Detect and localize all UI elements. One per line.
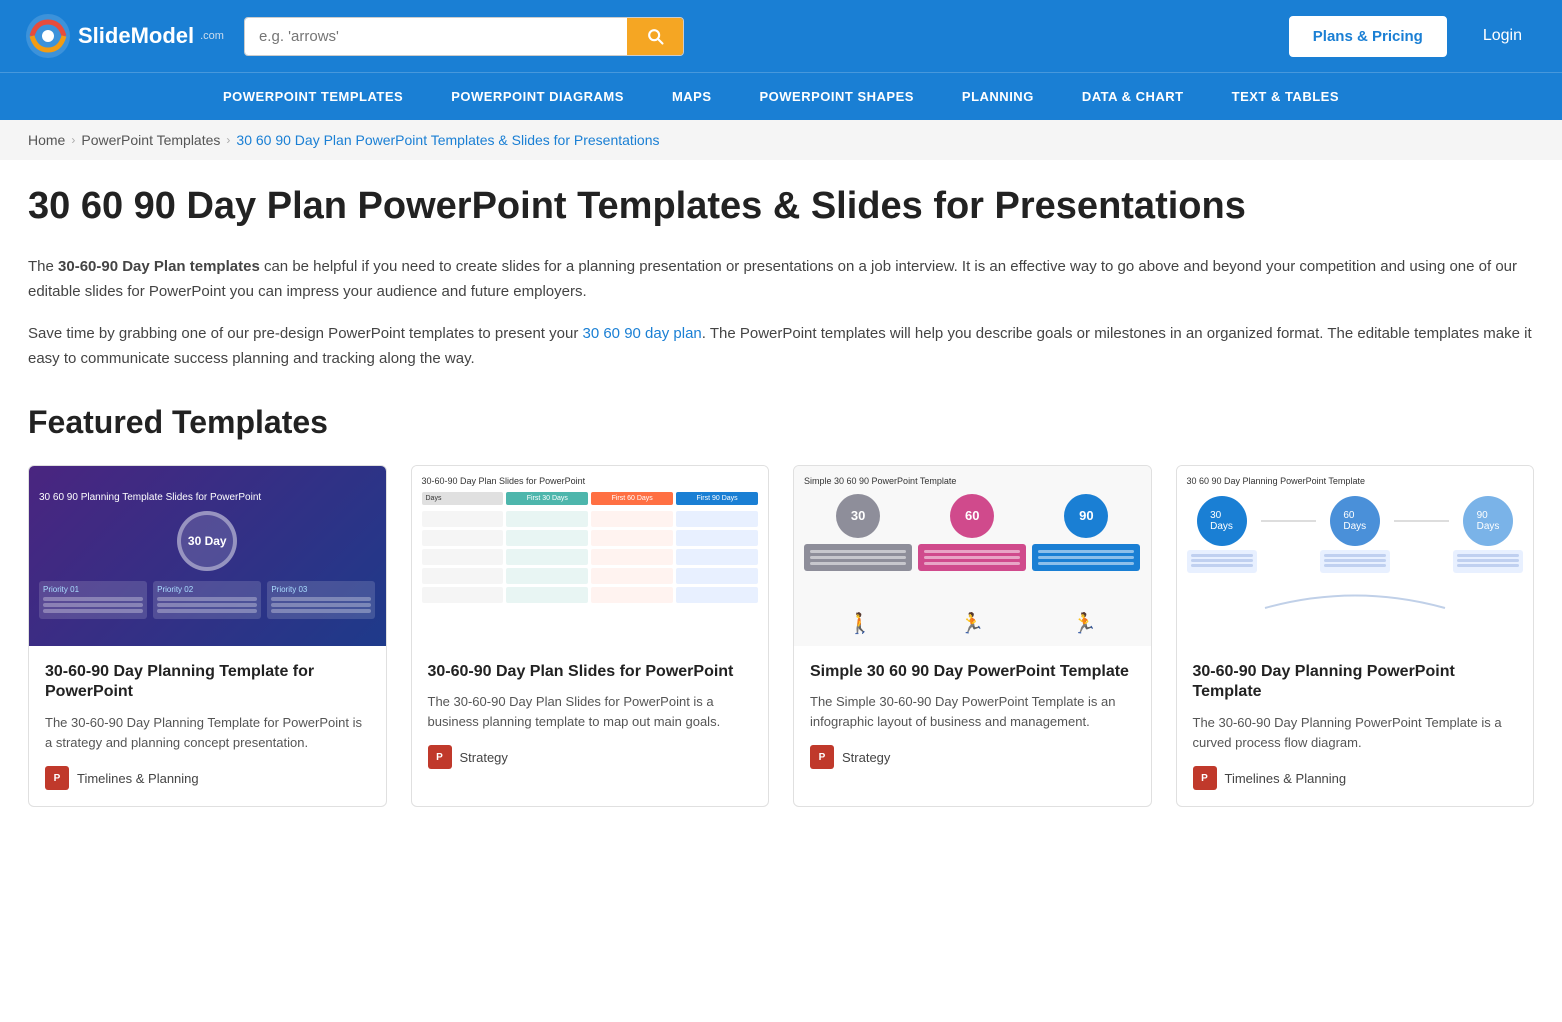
thumb1-label: 30 60 90 Planning Template Slides for Po… xyxy=(39,492,261,503)
template-card-1[interactable]: 30 60 90 Planning Template Slides for Po… xyxy=(28,465,387,808)
nav-maps[interactable]: MAPS xyxy=(648,73,736,120)
template-info-2: 30-60-90 Day Plan Slides for PowerPoint … xyxy=(412,646,769,786)
template-thumb-1: 30 60 90 Planning Template Slides for Po… xyxy=(29,466,386,646)
breadcrumb-sep-2: › xyxy=(226,133,230,147)
breadcrumb: Home › PowerPoint Templates › 30 60 90 D… xyxy=(0,120,1562,160)
template-card-3[interactable]: Simple 30 60 90 PowerPoint Template 30 6… xyxy=(793,465,1152,808)
template-desc-3: The Simple 30-60-90 Day PowerPoint Templ… xyxy=(810,692,1135,731)
template-tag-4: P Timelines & Planning xyxy=(1193,766,1518,790)
header: SlideModel .com Plans & Pricing Login xyxy=(0,0,1562,72)
template-card-2[interactable]: 30-60-90 Day Plan Slides for PowerPoint … xyxy=(411,465,770,808)
logo-com: .com xyxy=(200,30,224,42)
desc2-link[interactable]: 30 60 90 day plan xyxy=(582,325,701,342)
description-2: Save time by grabbing one of our pre-des… xyxy=(28,321,1534,372)
breadcrumb-current: 30 60 90 Day Plan PowerPoint Templates &… xyxy=(236,132,659,148)
template-info-1: 30-60-90 Day Planning Template for Power… xyxy=(29,646,386,807)
nav-planning[interactable]: PLANNING xyxy=(938,73,1058,120)
thumb4-label: 30 60 90 Day Planning PowerPoint Templat… xyxy=(1187,476,1524,486)
template-thumb-3: Simple 30 60 90 PowerPoint Template 30 6… xyxy=(794,466,1151,646)
thumb1-columns: Priority 01 Priority 02 xyxy=(39,581,376,619)
page-title: 30 60 90 Day Plan PowerPoint Templates &… xyxy=(28,184,1534,230)
templates-grid: 30 60 90 Planning Template Slides for Po… xyxy=(28,465,1534,808)
template-thumb-2: 30-60-90 Day Plan Slides for PowerPoint … xyxy=(412,466,769,646)
tag-label-1: Timelines & Planning xyxy=(77,771,199,786)
thumb1-gauge-circle: 30 Day xyxy=(177,511,237,571)
template-info-3: Simple 30 60 90 Day PowerPoint Template … xyxy=(794,646,1151,786)
featured-templates-title: Featured Templates xyxy=(28,404,1534,441)
main-nav: POWERPOINT TEMPLATES POWERPOINT DIAGRAMS… xyxy=(0,72,1562,120)
nav-powerpoint-shapes[interactable]: POWERPOINT SHAPES xyxy=(736,73,938,120)
thumb2-label: 30-60-90 Day Plan Slides for PowerPoint xyxy=(422,476,759,486)
thumb3-label: Simple 30 60 90 PowerPoint Template xyxy=(804,476,1141,486)
connector-2 xyxy=(1394,520,1449,522)
ppt-icon-3: P xyxy=(810,745,834,769)
logo-text: SlideModel xyxy=(78,23,194,49)
thumb2-header: Days First 30 Days First 60 Days First 9… xyxy=(422,492,759,505)
thumb4-flow: 30Days 60Days xyxy=(1187,496,1524,573)
breadcrumb-home[interactable]: Home xyxy=(28,132,65,148)
search-icon xyxy=(645,26,665,46)
description-1: The 30-60-90 Day Plan templates can be h… xyxy=(28,254,1534,305)
ppt-icon-1: P xyxy=(45,766,69,790)
template-name-4: 30-60-90 Day Planning PowerPoint Templat… xyxy=(1193,662,1518,704)
connector-1 xyxy=(1261,520,1316,522)
logo[interactable]: SlideModel .com xyxy=(24,12,224,60)
ppt-icon-4: P xyxy=(1193,766,1217,790)
template-tag-1: P Timelines & Planning xyxy=(45,766,370,790)
search-bar xyxy=(244,17,684,56)
template-desc-4: The 30-60-90 Day Planning PowerPoint Tem… xyxy=(1193,713,1518,752)
arc-svg xyxy=(1255,583,1455,613)
template-name-3: Simple 30 60 90 Day PowerPoint Template xyxy=(810,662,1135,683)
template-thumb-4: 30 60 90 Day Planning PowerPoint Templat… xyxy=(1177,466,1534,646)
thumb4-arc xyxy=(1187,583,1524,613)
search-input[interactable] xyxy=(245,18,627,55)
thumb2-rows xyxy=(422,511,759,603)
plans-pricing-button[interactable]: Plans & Pricing xyxy=(1289,16,1447,57)
tag-label-4: Timelines & Planning xyxy=(1225,771,1347,786)
main-content: 30 60 90 Day Plan PowerPoint Templates &… xyxy=(0,160,1562,831)
template-card-4[interactable]: 30 60 90 Day Planning PowerPoint Templat… xyxy=(1176,465,1535,808)
desc1-bold: 30-60-90 Day Plan templates xyxy=(58,258,260,275)
nav-text-tables[interactable]: TEXT & TABLES xyxy=(1208,73,1363,120)
tag-label-3: Strategy xyxy=(842,750,890,765)
template-desc-2: The 30-60-90 Day Plan Slides for PowerPo… xyxy=(428,692,753,731)
nav-powerpoint-templates[interactable]: POWERPOINT TEMPLATES xyxy=(199,73,427,120)
ppt-icon-2: P xyxy=(428,745,452,769)
template-tag-2: P Strategy xyxy=(428,745,753,769)
thumb1-gauge: 30 Day xyxy=(173,511,241,571)
thumb3-icons: 🚶 🏃 🏃 xyxy=(804,611,1141,636)
breadcrumb-parent[interactable]: PowerPoint Templates xyxy=(81,132,220,148)
thumb3-cols: 30 60 xyxy=(804,494,1141,603)
nav-powerpoint-diagrams[interactable]: POWERPOINT DIAGRAMS xyxy=(427,73,648,120)
desc2-prefix: Save time by grabbing one of our pre-des… xyxy=(28,325,582,342)
login-button[interactable]: Login xyxy=(1467,17,1538,55)
breadcrumb-sep-1: › xyxy=(71,133,75,147)
template-tag-3: P Strategy xyxy=(810,745,1135,769)
template-name-1: 30-60-90 Day Planning Template for Power… xyxy=(45,662,370,704)
search-button[interactable] xyxy=(627,18,683,55)
template-info-4: 30-60-90 Day Planning PowerPoint Templat… xyxy=(1177,646,1534,807)
logo-icon xyxy=(24,12,72,60)
nav-data-chart[interactable]: DATA & CHART xyxy=(1058,73,1208,120)
desc1-prefix: The xyxy=(28,258,58,275)
tag-label-2: Strategy xyxy=(460,750,508,765)
template-desc-1: The 30-60-90 Day Planning Template for P… xyxy=(45,713,370,752)
template-name-2: 30-60-90 Day Plan Slides for PowerPoint xyxy=(428,662,753,683)
